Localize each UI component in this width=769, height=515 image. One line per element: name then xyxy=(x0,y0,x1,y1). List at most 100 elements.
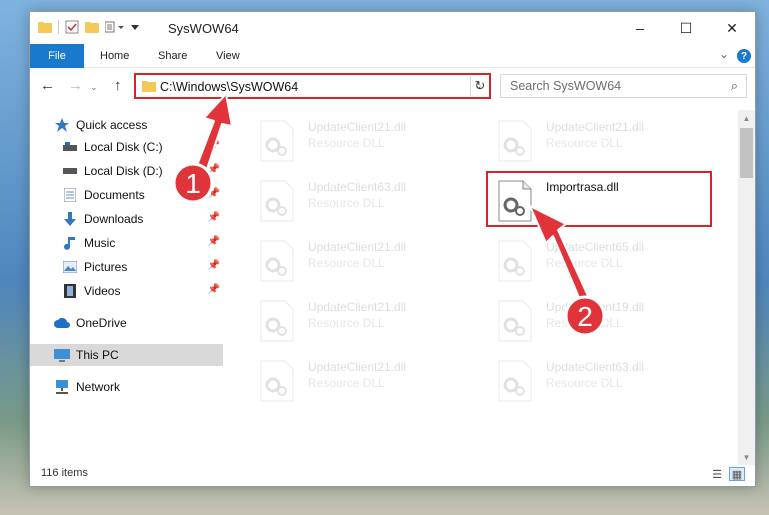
sidebar-item-label: OneDrive xyxy=(76,316,127,330)
pin-icon[interactable]: 📌 xyxy=(208,236,220,247)
scrollbar-thumb[interactable] xyxy=(740,128,753,178)
tab-view[interactable]: View xyxy=(216,44,240,68)
pin-icon[interactable]: 📌 xyxy=(208,140,220,151)
tab-file[interactable]: File xyxy=(30,44,84,68)
sidebar-item-downloads[interactable]: Downloads 📌 xyxy=(30,208,223,230)
properties-icon[interactable] xyxy=(65,20,79,34)
sidebar-item-label: Pictures xyxy=(84,260,128,274)
ribbon-tabs: File Home Share View ⌄ ? xyxy=(30,44,755,68)
address-path[interactable]: C:\Windows\SysWOW64 xyxy=(160,80,298,94)
large-icons-view-icon[interactable]: ▦ xyxy=(729,467,745,481)
maximize-button[interactable]: ☐ xyxy=(663,12,709,44)
window-title: SysWOW64 xyxy=(168,21,239,36)
file-item[interactable]: UpdateClient63.dll Resource DLL xyxy=(250,176,480,232)
sidebar-item-label: Local Disk (C:) xyxy=(84,140,163,154)
sidebar-item-label: Music xyxy=(84,236,116,250)
dropdown-arrow-icon[interactable] xyxy=(131,23,139,31)
sidebar-item-label: Local Disk (D:) xyxy=(84,164,163,178)
dll-file-icon xyxy=(260,120,294,162)
up-button[interactable]: ↑ xyxy=(114,77,122,94)
dll-file-icon xyxy=(498,120,532,162)
sidebar-item-videos[interactable]: Videos 📌 xyxy=(30,280,223,302)
details-view-icon[interactable]: ☰ xyxy=(709,467,725,481)
file-highlight-box xyxy=(486,171,712,227)
file-item[interactable]: UpdateClient65.dll Resource DLL xyxy=(488,236,718,292)
file-item[interactable]: UpdateClient21.dll Resource DLL xyxy=(250,116,480,172)
sidebar-item-local-disk-c[interactable]: Local Disk (C:) 📌 xyxy=(30,136,223,158)
help-button[interactable]: ? xyxy=(737,49,751,63)
file-item[interactable]: UpdateClient19.dll Resource DLL xyxy=(488,296,718,352)
drive-icon xyxy=(62,163,78,179)
forward-button[interactable]: → xyxy=(68,77,83,94)
pin-icon[interactable]: 📌 xyxy=(208,188,220,199)
pin-icon[interactable]: 📌 xyxy=(208,260,220,271)
dll-file-icon xyxy=(498,240,532,282)
file-item[interactable]: UpdateClient21.dll Resource DLL xyxy=(250,236,480,292)
sidebar-item-pictures[interactable]: Pictures 📌 xyxy=(30,256,223,278)
network-icon xyxy=(54,379,70,395)
pin-icon[interactable]: 📌 xyxy=(208,164,220,175)
search-icon[interactable]: ⌕ xyxy=(731,78,738,94)
vertical-scrollbar[interactable]: ▲ ▼ xyxy=(738,110,755,465)
search-input[interactable] xyxy=(510,75,720,97)
item-count: 116 items xyxy=(41,467,88,479)
address-bar[interactable]: C:\Windows\SysWOW64 ⌄ xyxy=(134,73,491,99)
file-name: UpdateClient63.dll xyxy=(546,360,645,374)
sidebar-item-this-pc[interactable]: This PC xyxy=(30,344,223,366)
back-button[interactable]: ← xyxy=(40,77,55,94)
pin-icon[interactable]: 📌 xyxy=(208,284,220,295)
pin-icon[interactable]: 📌 xyxy=(208,212,220,223)
file-type: Resource DLL xyxy=(546,316,623,330)
sidebar-item-onedrive[interactable]: OneDrive xyxy=(30,312,223,334)
status-bar: 116 items ☰ ▦ xyxy=(30,464,755,486)
sidebar-item-local-disk-d[interactable]: Local Disk (D:) 📌 xyxy=(30,160,223,182)
minimize-button[interactable]: – xyxy=(617,12,663,44)
scroll-down-arrow-icon[interactable]: ▼ xyxy=(738,449,755,465)
file-name: UpdateClient63.dll xyxy=(308,180,407,194)
pictures-icon xyxy=(62,259,78,275)
dll-file-icon xyxy=(498,360,532,402)
sidebar-item-label: Documents xyxy=(84,188,145,202)
quick-access-toolbar xyxy=(38,20,139,34)
close-button[interactable]: ✕ xyxy=(709,12,755,44)
music-icon xyxy=(62,235,78,251)
file-name: UpdateClient21.dll xyxy=(308,360,407,374)
file-name: UpdateClient21.dll xyxy=(308,120,407,134)
dll-file-icon xyxy=(260,300,294,342)
file-item[interactable]: UpdateClient21.dll Resource DLL xyxy=(250,356,480,412)
videos-icon xyxy=(62,283,78,299)
search-box[interactable]: ⌕ xyxy=(500,74,747,98)
sidebar-item-music[interactable]: Music 📌 xyxy=(30,232,223,254)
file-type: Resource DLL xyxy=(308,256,385,270)
sidebar-item-documents[interactable]: Documents 📌 xyxy=(30,184,223,206)
dll-file-icon xyxy=(498,300,532,342)
file-list: UpdateClient21.dll Resource DLL UpdateCl… xyxy=(240,110,741,465)
drive-icon xyxy=(62,139,78,155)
refresh-button[interactable]: ↻ xyxy=(470,76,489,96)
tab-home[interactable]: Home xyxy=(100,44,129,68)
window-controls: – ☐ ✕ xyxy=(617,12,755,44)
folder-icon xyxy=(142,81,156,92)
sidebar-item-label: Quick access xyxy=(76,118,148,132)
scroll-up-arrow-icon[interactable]: ▲ xyxy=(738,110,755,126)
file-name: UpdateClient65.dll xyxy=(546,240,645,254)
file-item[interactable]: UpdateClient21.dll Resource DLL xyxy=(250,296,480,352)
documents-icon xyxy=(62,187,78,203)
download-icon xyxy=(62,211,78,227)
recent-locations-chevron-icon[interactable]: ⌄ xyxy=(90,82,98,93)
expand-ribbon-icon[interactable]: ⌄ xyxy=(719,47,729,61)
new-folder-icon[interactable] xyxy=(85,21,99,33)
customize-toolbar-icon[interactable] xyxy=(105,21,125,33)
dll-file-icon xyxy=(260,240,294,282)
file-type: Resource DLL xyxy=(546,256,623,270)
file-type: Resource DLL xyxy=(308,316,385,330)
file-item[interactable]: UpdateClient21.dll Resource DLL xyxy=(488,116,718,172)
toolbar-divider xyxy=(58,20,59,34)
file-type: Resource DLL xyxy=(308,136,385,150)
sidebar-item-network[interactable]: Network xyxy=(30,376,223,398)
sidebar-item-quick-access[interactable]: Quick access xyxy=(30,114,223,136)
tab-share[interactable]: Share xyxy=(158,44,187,68)
file-type: Resource DLL xyxy=(308,196,385,210)
file-type: Resource DLL xyxy=(546,136,623,150)
file-item[interactable]: UpdateClient63.dll Resource DLL xyxy=(488,356,718,412)
